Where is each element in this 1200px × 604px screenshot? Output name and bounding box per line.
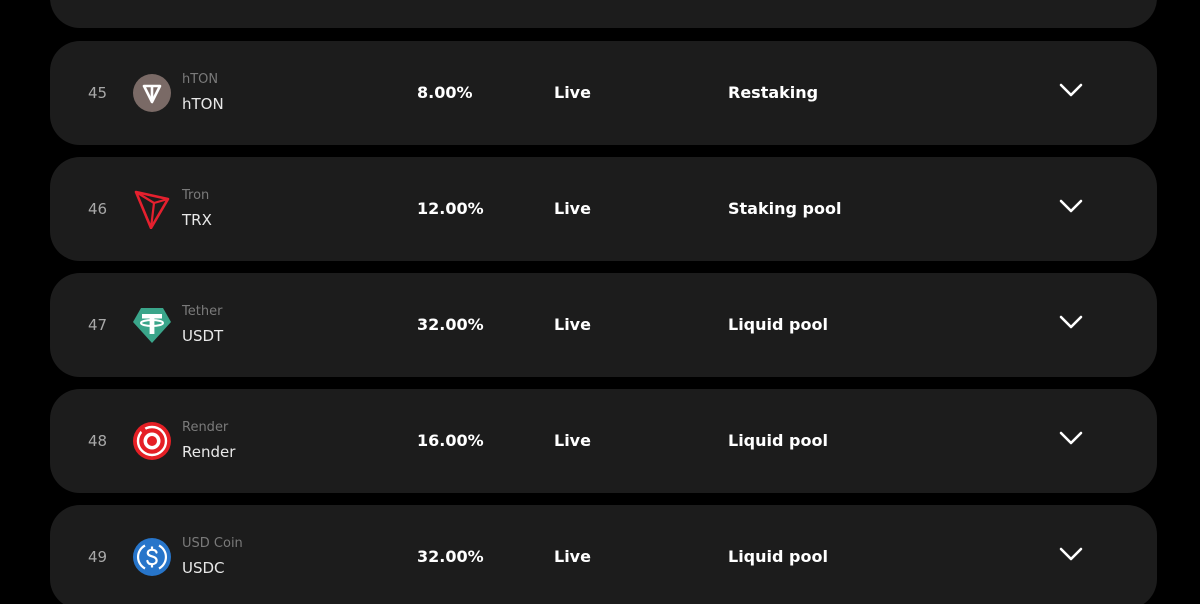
asset-name: USD Coin	[182, 536, 243, 551]
pool-row-partial[interactable]	[50, 0, 1157, 28]
asset-symbol: USDT	[182, 327, 224, 345]
pool-type: Liquid pool	[728, 431, 828, 450]
apy-value: 8.00%	[417, 83, 473, 102]
asset-name: Tron	[182, 188, 210, 203]
asset-symbol: USDC	[182, 559, 225, 577]
tron-icon	[132, 189, 172, 229]
rank-number: 48	[88, 432, 108, 450]
status-label: Live	[554, 315, 591, 334]
asset-name: Tether	[182, 304, 223, 319]
rank-number: 49	[88, 548, 108, 566]
pool-type: Liquid pool	[728, 547, 828, 566]
apy-value: 32.00%	[417, 315, 484, 334]
pool-type: Staking pool	[728, 199, 842, 218]
pool-row[interactable]: 45 hTON hTON 8.00% Live Restaking	[50, 41, 1157, 145]
tether-icon	[132, 305, 172, 345]
asset-symbol: TRX	[182, 211, 212, 229]
asset-name-block: USD Coin USDC	[182, 536, 243, 577]
asset-name-block: Render Render	[182, 420, 235, 461]
status-label: Live	[554, 83, 591, 102]
pool-list: 45 hTON hTON 8.00% Live Restaking 46 Tro…	[0, 0, 1200, 604]
rank-number: 45	[88, 84, 108, 102]
asset-name-block: Tron TRX	[182, 188, 212, 229]
asset-name-block: Tether USDT	[182, 304, 223, 345]
apy-value: 16.00%	[417, 431, 484, 450]
status-label: Live	[554, 199, 591, 218]
asset-symbol: Render	[182, 443, 236, 461]
rank-number: 47	[88, 316, 108, 334]
asset-name-block: hTON hTON	[182, 72, 224, 113]
render-icon	[132, 421, 172, 461]
pool-row[interactable]: 48 Render Render 16.00% Live Liquid pool	[50, 389, 1157, 493]
chevron-down-icon[interactable]	[1058, 545, 1084, 563]
apy-value: 32.00%	[417, 547, 484, 566]
pool-type: Liquid pool	[728, 315, 828, 334]
pool-row[interactable]: 46 Tron TRX 12.00% Live Staking pool	[50, 157, 1157, 261]
hton-icon	[132, 73, 172, 113]
chevron-down-icon[interactable]	[1058, 429, 1084, 447]
pool-row[interactable]: 47 Tether USDT 32.00% Live Liquid pool	[50, 273, 1157, 377]
pool-row[interactable]: 49 USD Coin USDC 32.00% Live Liquid pool	[50, 505, 1157, 604]
asset-name: Render	[182, 420, 229, 435]
chevron-down-icon[interactable]	[1058, 197, 1084, 215]
asset-symbol: hTON	[182, 95, 224, 113]
status-label: Live	[554, 547, 591, 566]
rank-number: 46	[88, 200, 108, 218]
pool-type: Restaking	[728, 83, 819, 102]
status-label: Live	[554, 431, 591, 450]
chevron-down-icon[interactable]	[1058, 81, 1084, 99]
usdc-icon	[132, 537, 172, 577]
asset-name: hTON	[182, 72, 219, 87]
chevron-down-icon[interactable]	[1058, 313, 1084, 331]
apy-value: 12.00%	[417, 199, 484, 218]
